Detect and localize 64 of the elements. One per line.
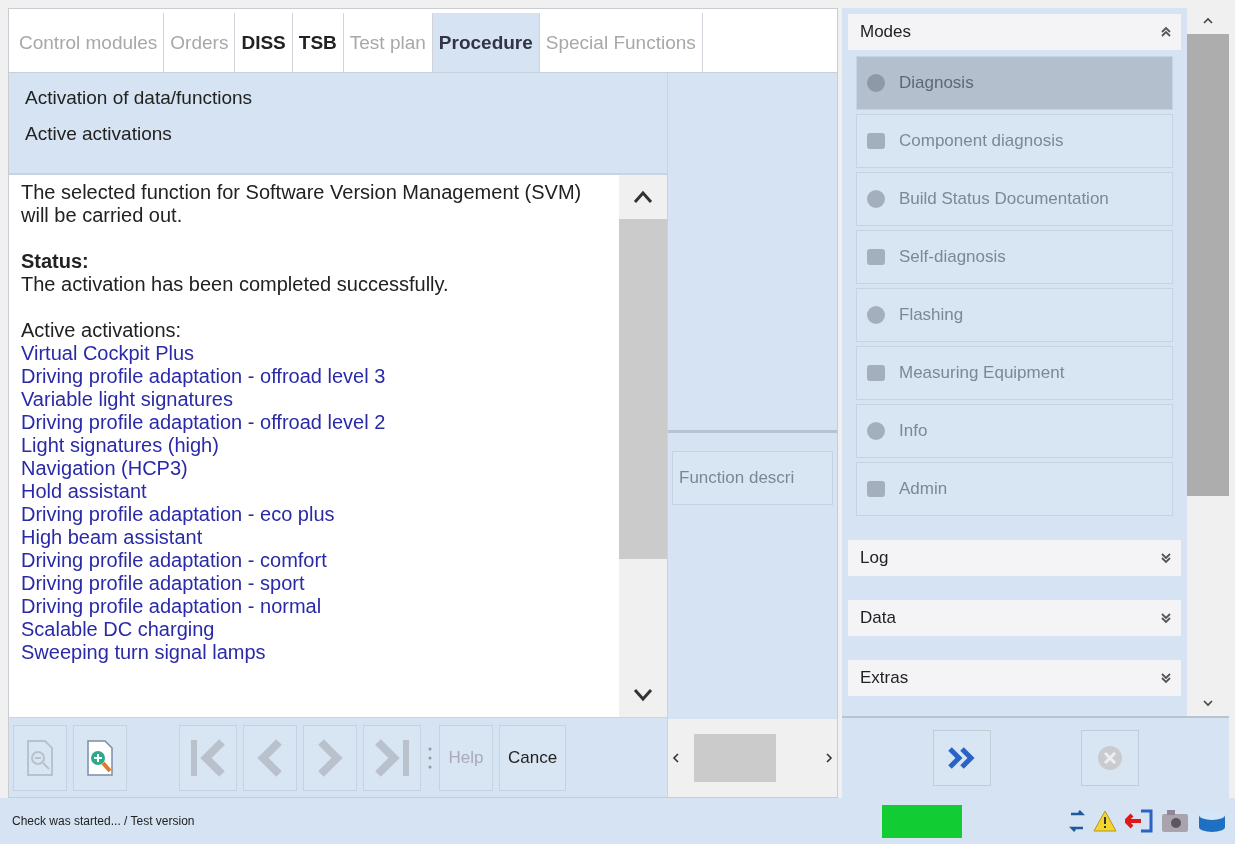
section-header[interactable]: Log xyxy=(848,540,1181,576)
activation-link[interactable]: Scalable DC charging xyxy=(21,618,215,641)
activation-link[interactable]: Variable light signatures xyxy=(21,388,233,411)
status-text: Check was started... / Test version xyxy=(11,814,196,828)
activation-link[interactable]: Driving profile adaptation - normal xyxy=(21,595,322,618)
scroll-thumb[interactable] xyxy=(1187,34,1229,496)
activation-link[interactable]: Driving profile adaptation - comfort xyxy=(21,549,327,572)
double-chevron-icon xyxy=(946,746,977,770)
expand-icon[interactable] xyxy=(1161,672,1171,684)
activation-link[interactable]: High beam assistant xyxy=(21,526,203,549)
mode-label: Flashing xyxy=(899,305,964,325)
mode-label: Component diagnosis xyxy=(899,131,1064,151)
section-header[interactable]: Modes xyxy=(848,14,1181,50)
zoom-in-button[interactable] xyxy=(73,724,127,791)
tab[interactable]: Procedure xyxy=(432,13,540,72)
horizontal-scrollbar[interactable] xyxy=(668,719,837,797)
status-text: The activation has been completed successfully. xyxy=(21,273,450,296)
close-icon xyxy=(1096,745,1123,771)
collapse-icon[interactable] xyxy=(1161,26,1171,38)
scrollbar[interactable] xyxy=(619,175,667,717)
section-header[interactable]: Extras xyxy=(848,660,1181,696)
activation-link[interactable]: Virtual Cockpit Plus xyxy=(21,342,195,365)
list-label: Active activations: xyxy=(21,319,183,342)
activation-link[interactable]: Sweeping turn signal lamps xyxy=(21,641,266,664)
status-label: Status: xyxy=(21,250,90,273)
procedure-subtitle: Active activations xyxy=(25,123,173,145)
warning-icon[interactable] xyxy=(1093,810,1117,832)
section-title: Extras xyxy=(860,668,909,688)
mode-label: Admin xyxy=(899,479,948,499)
activation-link[interactable]: Driving profile adaptation - offroad level 3 xyxy=(21,365,386,388)
mode-label: Info xyxy=(899,421,928,441)
activation-link[interactable]: Light signatures (high) xyxy=(21,434,219,457)
activation-link[interactable]: Hold assistant xyxy=(21,480,147,503)
activation-link[interactable]: Navigation (HCP3) xyxy=(21,457,188,480)
activation-link[interactable]: Driving profile adaptation - eco plus xyxy=(21,503,335,526)
transfer-icon[interactable] xyxy=(1069,810,1085,832)
zoom-in-icon xyxy=(85,738,115,777)
scroll-down-icon[interactable] xyxy=(633,688,653,702)
camera-icon[interactable] xyxy=(1161,809,1189,833)
mode-label: Measuring Equipment xyxy=(899,363,1065,383)
activation-link[interactable]: Driving profile adaptation - sport xyxy=(21,572,305,595)
zoom-out-icon xyxy=(25,738,55,777)
mode-label: Diagnosis xyxy=(899,73,974,93)
section-title: Log xyxy=(860,548,889,568)
mode-label: Self-diagnosis xyxy=(899,247,1006,267)
section-title: Data xyxy=(860,608,896,628)
section-title: Modes xyxy=(860,22,912,42)
expand-icon[interactable] xyxy=(1161,612,1171,624)
mode-label: Build Status Documentation xyxy=(899,189,1109,209)
scroll-up-icon[interactable] xyxy=(1203,17,1213,25)
toolbar-button[interactable]: Cance xyxy=(499,724,567,791)
logout-icon[interactable] xyxy=(1125,809,1153,833)
activation-link[interactable]: Driving profile adaptation - offroad level 2 xyxy=(21,411,386,434)
scroll-left-icon[interactable] xyxy=(672,752,680,764)
intro-text: The selected function for Software Version Management (SVM) will be carried out. xyxy=(21,181,583,227)
procedure-title: Activation of data/functions xyxy=(25,87,254,109)
scroll-right-icon[interactable] xyxy=(825,752,833,764)
scroll-down-icon[interactable] xyxy=(1203,699,1213,707)
scroll-thumb[interactable] xyxy=(619,219,667,559)
section-header[interactable]: Data xyxy=(848,600,1181,636)
expand-icon[interactable] xyxy=(1161,552,1171,564)
forward-button[interactable] xyxy=(932,730,991,786)
scroll-thumb[interactable] xyxy=(694,734,776,782)
scroll-up-icon[interactable] xyxy=(633,190,653,204)
